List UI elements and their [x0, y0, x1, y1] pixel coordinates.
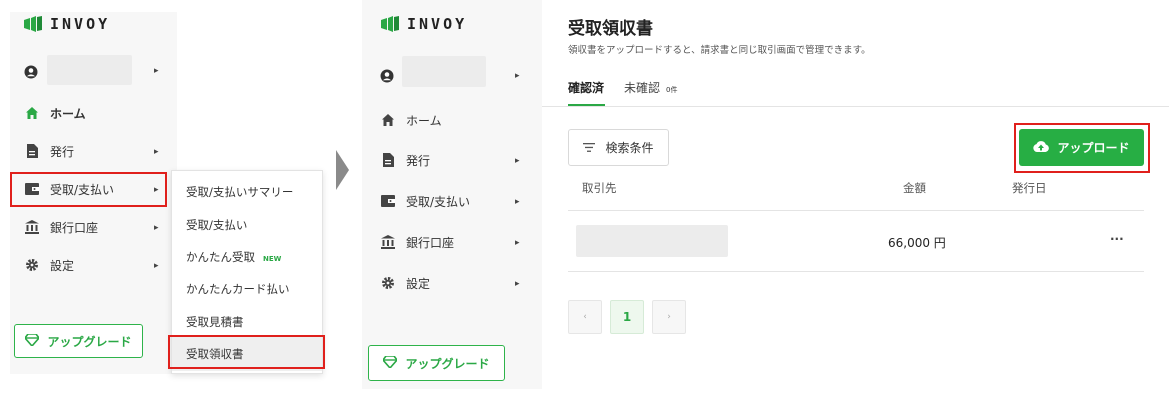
partner-placeholder: [576, 225, 728, 257]
chevron-right-icon[interactable]: ▸: [515, 71, 520, 81]
chevron-right-icon[interactable]: ▸: [154, 66, 159, 76]
sidebar-item-label: 受取/支払い: [50, 182, 115, 197]
upload-label: アップロード: [1057, 141, 1130, 155]
tab-unconfirmed[interactable]: 未確認 0件: [624, 79, 677, 96]
sidebar-item-label: ホーム: [50, 106, 86, 121]
submenu-item-label: かんたん受取: [186, 250, 255, 264]
pagination-prev-button[interactable]: ‹: [568, 300, 602, 334]
filter-icon: [583, 141, 596, 155]
sidebar-item-label: 発行: [50, 144, 75, 159]
diamond-icon: [24, 332, 41, 349]
sidebar-item-issue[interactable]: 発行: [24, 136, 74, 166]
chevron-right-icon[interactable]: ▸: [154, 185, 159, 195]
page-subtitle: 領収書をアップロードすると、請求書と同じ取引画面で管理できます。: [568, 45, 871, 56]
chevron-right-icon[interactable]: ▸: [515, 197, 520, 207]
sidebar-item-label: 設定: [50, 258, 75, 273]
logo-mark-icon: [381, 16, 399, 32]
submenu-item-summary[interactable]: 受取/支払いサマリー: [186, 184, 293, 200]
page-title: 受取領収書: [568, 19, 653, 39]
sidebar-item-issue[interactable]: 発行: [380, 145, 430, 175]
tab-confirmed[interactable]: 確認済: [568, 79, 604, 96]
sidebar-item-receive-pay[interactable]: 受取/支払い: [24, 174, 114, 204]
step-arrow-icon: [336, 150, 349, 190]
sidebar-item-label: 発行: [406, 153, 431, 168]
submenu-item-easy-card[interactable]: かんたんカード払い: [186, 281, 290, 297]
account-name-placeholder[interactable]: [402, 56, 486, 87]
wallet-icon: [380, 193, 396, 209]
submenu-item-receipts[interactable]: 受取領収書: [186, 346, 244, 362]
home-icon: [24, 105, 40, 121]
upgrade-label: アップグレード: [47, 334, 132, 349]
brand-name: INVOY: [50, 15, 111, 33]
submenu-item-quotes[interactable]: 受取見積書: [186, 314, 244, 330]
sidebar-item-label: 受取/支払い: [406, 194, 471, 209]
wallet-icon: [24, 181, 40, 197]
tab-label: 未確認: [624, 81, 661, 95]
upload-button[interactable]: アップロード: [1019, 129, 1144, 166]
receive-pay-submenu: 受取/支払いサマリー 受取/支払い かんたん受取 NEW かんたんカード払い 受取…: [171, 170, 323, 374]
tab-label: 確認済: [568, 81, 605, 95]
amount-cell: 66,000 円: [888, 236, 946, 250]
new-badge: NEW: [263, 255, 282, 263]
brand-logo[interactable]: INVOY: [381, 15, 467, 33]
sidebar-item-label: ホーム: [406, 113, 442, 128]
logo-mark-icon: [24, 16, 42, 32]
brand-logo[interactable]: INVOY: [24, 15, 110, 33]
column-header-amount[interactable]: 金額: [903, 180, 926, 196]
sidebar-item-bank[interactable]: 銀行口座: [380, 227, 454, 257]
filter-label: 検索条件: [605, 141, 654, 155]
upgrade-button[interactable]: アップグレード: [14, 324, 143, 358]
unconfirmed-count: 0件: [666, 86, 678, 94]
chevron-right-icon[interactable]: ▸: [515, 156, 520, 166]
account-name-placeholder[interactable]: [47, 55, 132, 85]
column-header-partner[interactable]: 取引先: [582, 180, 617, 196]
document-icon: [24, 143, 40, 159]
chevron-right-icon[interactable]: ▸: [515, 279, 520, 289]
chevron-right-icon[interactable]: ▸: [154, 147, 159, 157]
gear-icon: [380, 275, 396, 291]
chevron-right-icon[interactable]: ▸: [515, 238, 520, 248]
sidebar-item-label: 銀行口座: [50, 220, 99, 235]
upgrade-label: アップグレード: [405, 356, 490, 371]
user-icon: [24, 64, 38, 83]
brand-name: INVOY: [407, 15, 468, 33]
more-options-icon[interactable]: ···: [1110, 232, 1124, 246]
pagination-page-1[interactable]: 1: [610, 300, 644, 334]
table-row[interactable]: 66,000 円 ···: [568, 211, 1144, 271]
table-row-divider: [568, 271, 1144, 272]
sidebar-item-settings[interactable]: 設定: [380, 268, 430, 298]
user-icon: [380, 68, 394, 87]
home-icon: [380, 112, 396, 128]
submenu-item-receive-pay[interactable]: 受取/支払い: [186, 217, 247, 233]
upgrade-button[interactable]: アップグレード: [368, 345, 505, 381]
document-icon: [380, 152, 396, 168]
pagination-next-button[interactable]: ›: [652, 300, 686, 334]
sidebar-item-label: 設定: [406, 276, 431, 291]
sidebar-item-label: 銀行口座: [406, 235, 455, 250]
sidebar-item-home[interactable]: ホーム: [24, 98, 86, 128]
tabs-divider: [542, 106, 1169, 107]
bank-icon: [380, 234, 396, 250]
cloud-upload-icon: [1033, 140, 1050, 155]
filter-button[interactable]: 検索条件: [568, 129, 669, 166]
gear-icon: [24, 257, 40, 273]
sidebar-item-receive-pay[interactable]: 受取/支払い: [380, 186, 470, 216]
chevron-right-icon[interactable]: ▸: [154, 223, 159, 233]
submenu-item-easy-receive[interactable]: かんたん受取 NEW: [186, 249, 281, 265]
sidebar-item-bank[interactable]: 銀行口座: [24, 212, 98, 242]
bank-icon: [24, 219, 40, 235]
column-header-date[interactable]: 発行日: [1012, 180, 1047, 196]
sidebar-item-home[interactable]: ホーム: [380, 105, 442, 135]
diamond-icon: [382, 354, 399, 371]
chevron-right-icon[interactable]: ▸: [154, 261, 159, 271]
sidebar-item-settings[interactable]: 設定: [24, 250, 74, 280]
